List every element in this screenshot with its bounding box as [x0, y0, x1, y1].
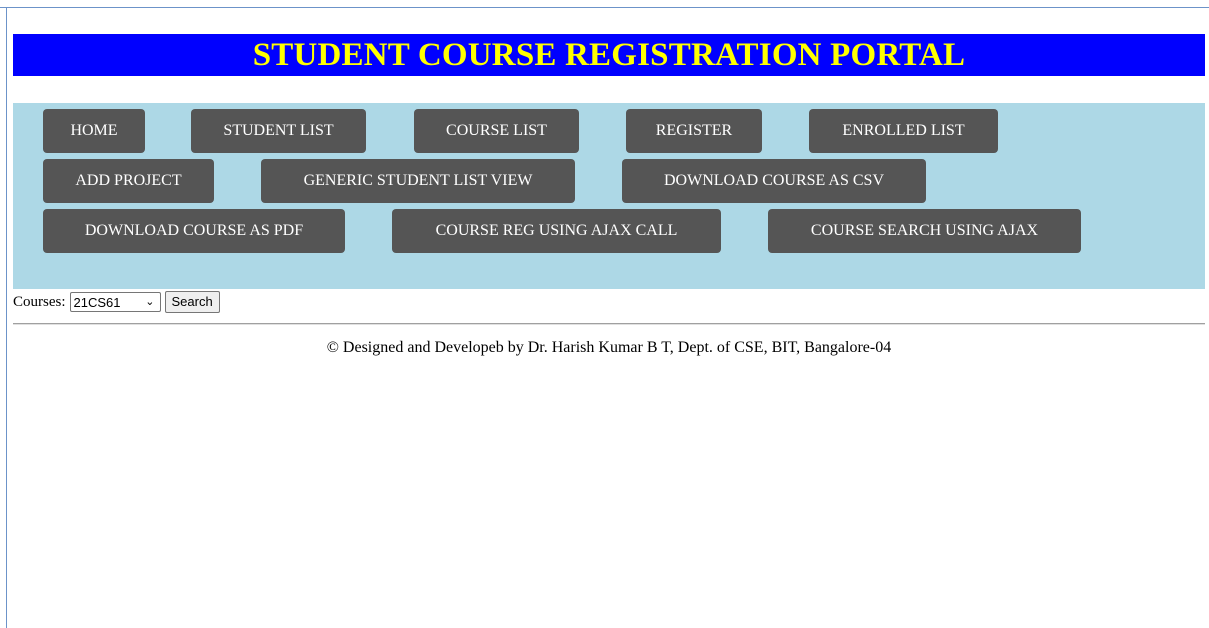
nav-course-search-ajax-button[interactable]: COURSE SEARCH USING AJAX	[768, 209, 1081, 253]
nav-course-list-button[interactable]: COURSE LIST	[414, 109, 579, 153]
footer-divider	[13, 323, 1205, 325]
course-select[interactable]: 21CS61 ⌄	[69, 292, 161, 312]
chevron-down-icon: ⌄	[145, 295, 155, 308]
window-top-border	[0, 7, 1209, 8]
courses-label: Courses:	[13, 293, 66, 310]
window-left-border	[6, 7, 7, 628]
page: STUDENT COURSE REGISTRATION PORTAL HOME …	[13, 34, 1205, 289]
nav-course-reg-ajax-button[interactable]: COURSE REG USING AJAX CALL	[392, 209, 721, 253]
nav-student-list-button[interactable]: STUDENT LIST	[191, 109, 366, 153]
nav-register-button[interactable]: REGISTER	[626, 109, 762, 153]
course-search-form: Courses: 21CS61 ⌄ Search	[13, 290, 220, 314]
nav-bar: HOME STUDENT LIST COURSE LIST REGISTER E…	[13, 103, 1205, 289]
nav-enrolled-list-button[interactable]: ENROLLED LIST	[809, 109, 998, 153]
portal-banner: STUDENT COURSE REGISTRATION PORTAL	[13, 34, 1205, 76]
nav-download-course-csv-button[interactable]: DOWNLOAD COURSE AS CSV	[622, 159, 926, 203]
course-select-value: 21CS61	[73, 294, 121, 310]
nav-home-button[interactable]: HOME	[43, 109, 145, 153]
search-button[interactable]: Search	[164, 291, 220, 313]
portal-title: STUDENT COURSE REGISTRATION PORTAL	[252, 37, 966, 73]
nav-generic-student-list-view-button[interactable]: GENERIC STUDENT LIST VIEW	[261, 159, 575, 203]
footer-credit: © Designed and Developeb by Dr. Harish K…	[326, 339, 892, 356]
nav-download-course-pdf-button[interactable]: DOWNLOAD COURSE AS PDF	[43, 209, 345, 253]
nav-add-project-button[interactable]: ADD PROJECT	[43, 159, 214, 203]
